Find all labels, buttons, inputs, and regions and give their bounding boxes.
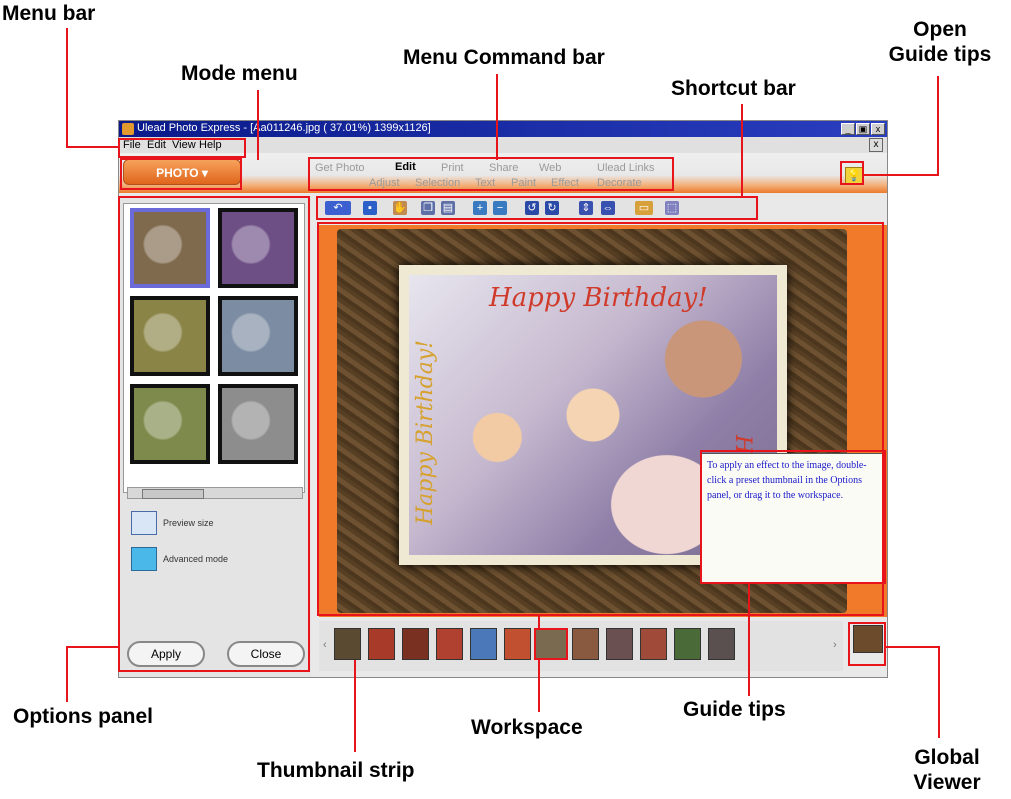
strip-thumbnail[interactable]	[708, 628, 735, 660]
mode-menu-leader-line	[257, 90, 259, 160]
menu-command-bar-callout: Menu Command bar	[403, 46, 605, 69]
menu-bar-callout: Menu bar	[2, 2, 96, 25]
options-panel-callout: Options panel	[13, 705, 154, 728]
thumbnail-strip-leader-line	[354, 650, 356, 752]
mode-menu-highlight	[120, 158, 242, 190]
guide-tips-leader-line	[748, 584, 750, 696]
title-bar[interactable]: Ulead Photo Express - [Aa011246.jpg ( 37…	[119, 121, 887, 137]
guide-tips-highlight	[700, 450, 886, 584]
window-title: Ulead Photo Express - [Aa011246.jpg ( 37…	[137, 122, 431, 134]
app-icon	[122, 123, 134, 135]
minimize-button[interactable]: _	[841, 123, 855, 135]
options-panel-highlight	[118, 196, 310, 672]
strip-thumbnail[interactable]	[402, 628, 429, 660]
strip-thumbnail[interactable]	[534, 628, 568, 660]
strip-thumbnail[interactable]	[674, 628, 701, 660]
menu-command-bar-leader-line	[496, 74, 498, 160]
strip-right-arrow-icon[interactable]: ›	[833, 639, 837, 651]
guide-tips-button-leader-line	[862, 174, 939, 176]
guide-tips-button-leader-line	[937, 76, 939, 176]
menu-bar-highlight	[118, 138, 246, 158]
thumbnail-strip-callout: Thumbnail strip	[257, 759, 415, 782]
options-panel-leader-line	[66, 646, 68, 702]
strip-thumbnail[interactable]	[606, 628, 633, 660]
maximize-button[interactable]: ▣	[856, 123, 870, 135]
strip-left-arrow-icon[interactable]: ‹	[323, 639, 327, 651]
menu-bar-leader-line	[66, 28, 68, 148]
guide-tips-callout: Guide tips	[683, 698, 786, 721]
menu-bar-leader-line	[66, 146, 120, 148]
shortcut-bar-highlight	[316, 196, 758, 220]
workspace-callout: Workspace	[471, 716, 583, 739]
strip-thumbnail[interactable]	[640, 628, 667, 660]
global-viewer-callout: Global Viewer	[913, 746, 981, 794]
strip-thumbnail[interactable]	[368, 628, 395, 660]
menu-command-bar-highlight	[308, 157, 674, 191]
strip-thumbnail[interactable]	[504, 628, 531, 660]
shortcut-bar-callout: Shortcut bar	[671, 77, 796, 100]
strip-thumbnail[interactable]	[470, 628, 497, 660]
document-close-button[interactable]: x	[869, 138, 883, 152]
close-window-button[interactable]: x	[871, 123, 885, 135]
strip-thumbnail[interactable]	[572, 628, 599, 660]
global-viewer-leader-line	[938, 646, 940, 738]
guide-tips-button-highlight	[840, 161, 864, 185]
open-guide-tips-callout: Open Guide tips	[888, 18, 992, 66]
global-viewer-highlight	[848, 622, 886, 666]
options-panel-leader-line	[66, 646, 120, 648]
mode-menu-callout: Mode menu	[181, 62, 298, 85]
strip-thumbnail[interactable]	[436, 628, 463, 660]
shortcut-bar-leader-line	[741, 104, 743, 198]
global-viewer-leader-line	[884, 646, 940, 648]
strip-thumbnail[interactable]	[334, 628, 361, 660]
